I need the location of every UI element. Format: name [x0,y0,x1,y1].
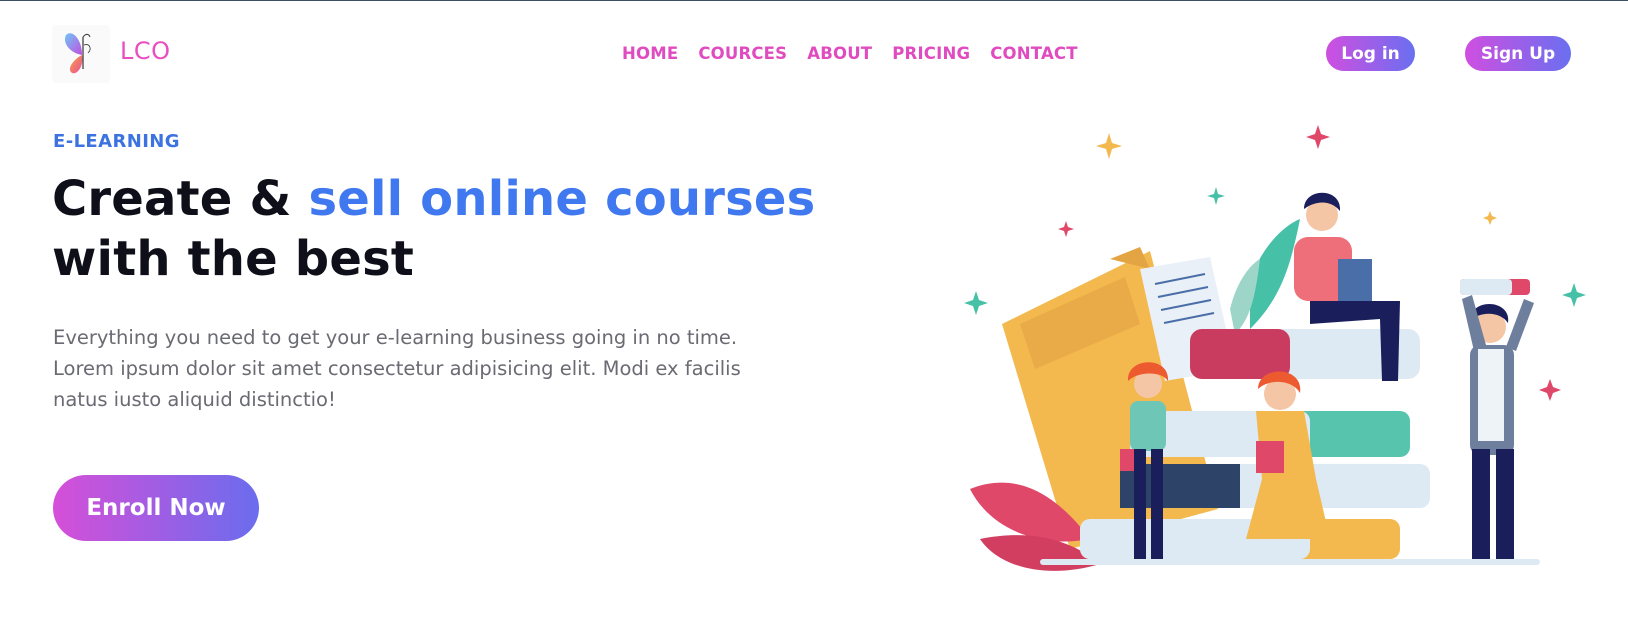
hero-eyebrow: E-LEARNING [53,131,180,152]
signup-button[interactable]: Sign Up [1465,36,1571,71]
login-button[interactable]: Log in [1326,36,1415,71]
nav-home[interactable]: HOME [622,44,678,63]
nav-contact[interactable]: CONTACT [990,44,1077,63]
nav-pricing[interactable]: PRICING [892,44,970,63]
headline-part1: Create & [52,171,309,227]
main-nav: HOME COURCES ABOUT PRICING CONTACT [622,44,1098,63]
hero-headline: Create & sell online courses with the be… [52,169,815,289]
nav-courses[interactable]: COURCES [698,44,787,63]
hero-description: Everything you need to get your e-learni… [53,326,741,411]
headline-part2: with the best [52,231,415,287]
butterfly-logo-icon [64,33,91,74]
students-with-books-illustration [964,125,1586,571]
enroll-now-button[interactable]: Enroll Now [53,475,259,541]
brand-name[interactable]: LCO [120,37,171,65]
nav-about[interactable]: ABOUT [807,44,872,63]
headline-accent: sell online courses [308,171,816,227]
logo-icon[interactable] [52,25,110,83]
